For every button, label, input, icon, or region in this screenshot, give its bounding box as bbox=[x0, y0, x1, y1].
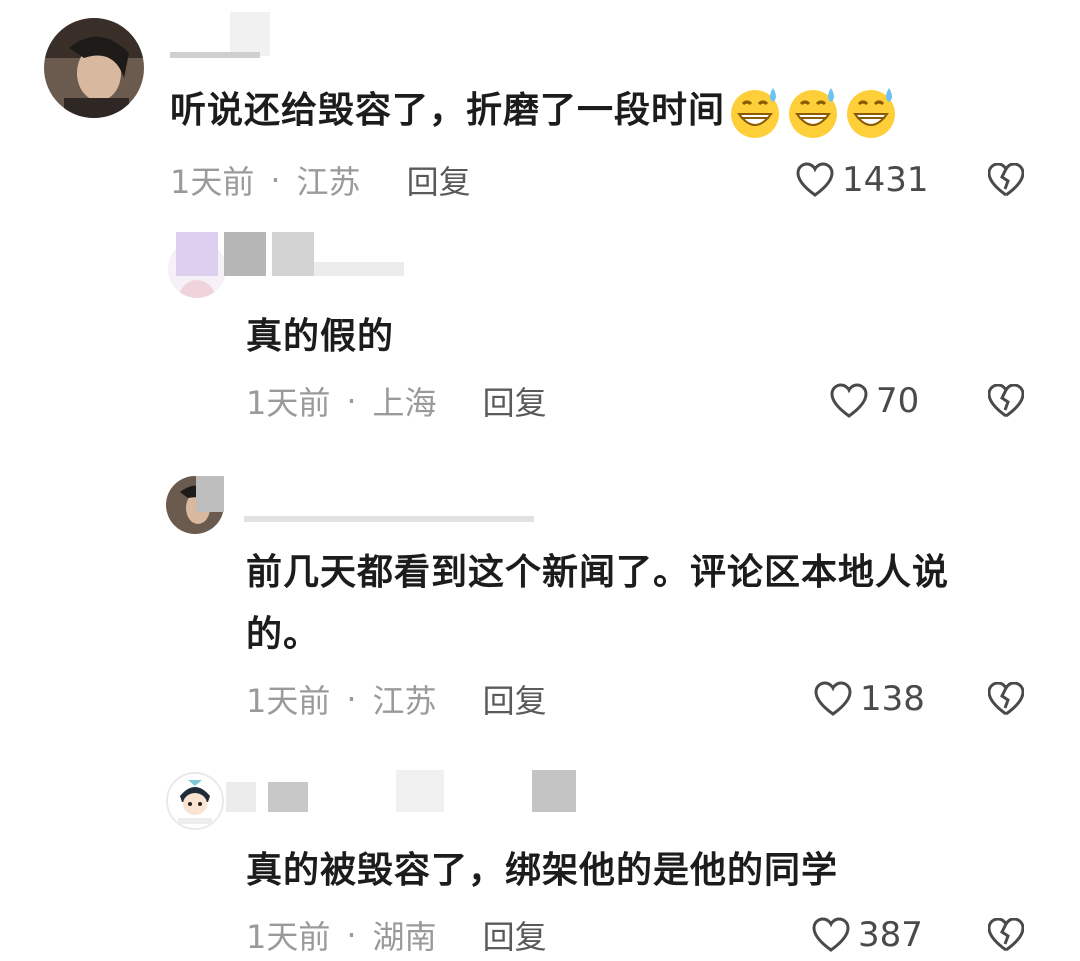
comment-meta: 1天前 · 湖南 回复 bbox=[246, 910, 547, 960]
comment-3: 前几天都看到这个新闻了。评论区本地人说 的。 1天前 · 江苏 回复 138 bbox=[0, 470, 1080, 760]
comment-text: 前几天都看到这个新闻了。评论区本地人说 的。 bbox=[246, 542, 949, 666]
like-count: 1431 bbox=[842, 160, 929, 200]
comment-meta: 1天前 · 上海 回复 bbox=[246, 376, 547, 426]
separator: · bbox=[346, 916, 357, 954]
separator: · bbox=[346, 680, 357, 718]
username-redacted[interactable] bbox=[226, 770, 626, 814]
heart-outline-icon bbox=[830, 383, 868, 418]
comment-text: 听说还给毁容了，折磨了一段时间 bbox=[170, 80, 899, 142]
comment-text-line: 的。 bbox=[246, 614, 321, 655]
dislike-button[interactable] bbox=[987, 681, 1025, 716]
sweat-grin-icon bbox=[727, 84, 783, 140]
comment-location: 湖南 bbox=[372, 918, 437, 956]
comment-time: 1天前 bbox=[246, 384, 331, 422]
comment-text: 真的假的 bbox=[246, 316, 395, 357]
comment-location: 上海 bbox=[372, 384, 437, 422]
avatar[interactable] bbox=[166, 772, 224, 830]
broken-heart-icon bbox=[987, 917, 1025, 952]
broken-heart-icon bbox=[987, 383, 1025, 418]
like-button[interactable]: 1431 bbox=[796, 155, 929, 205]
separator: · bbox=[270, 161, 281, 199]
heart-outline-icon bbox=[796, 162, 834, 197]
like-button[interactable]: 387 bbox=[812, 910, 923, 960]
heart-outline-icon bbox=[812, 917, 850, 952]
avatar[interactable] bbox=[44, 18, 144, 118]
dislike-button[interactable] bbox=[987, 162, 1025, 197]
comment-1: 听说还给毁容了，折磨了一段时间 1天前 · 江苏 回复 1431 bbox=[0, 0, 1080, 230]
like-button[interactable]: 70 bbox=[830, 376, 919, 426]
reply-button[interactable]: 回复 bbox=[483, 912, 547, 958]
sweat-grin-icon bbox=[785, 84, 841, 140]
separator: · bbox=[346, 382, 357, 420]
broken-heart-icon bbox=[987, 681, 1025, 716]
comment-location: 江苏 bbox=[372, 682, 437, 720]
broken-heart-icon bbox=[987, 162, 1025, 197]
comment-meta: 1天前 · 江苏 回复 bbox=[246, 674, 547, 724]
comment-location: 江苏 bbox=[296, 163, 361, 201]
reply-button[interactable]: 回复 bbox=[483, 378, 547, 424]
username-redacted[interactable] bbox=[176, 232, 406, 276]
comment-text: 真的被毁容了，绑架他的是他的同学 bbox=[246, 850, 839, 891]
like-count: 138 bbox=[860, 679, 925, 719]
comment-4: 真的被毁容了，绑架他的是他的同学 1天前 · 湖南 回复 387 bbox=[0, 760, 1080, 961]
dislike-button[interactable] bbox=[987, 383, 1025, 418]
like-button[interactable]: 138 bbox=[814, 674, 925, 724]
sweat-grin-icon bbox=[843, 84, 899, 140]
comment-meta: 1天前 · 江苏 回复 bbox=[170, 155, 471, 205]
reply-button[interactable]: 回复 bbox=[483, 676, 547, 722]
username-redacted[interactable] bbox=[170, 12, 270, 58]
username-redacted[interactable] bbox=[196, 476, 536, 522]
comment-text-line: 前几天都看到这个新闻了。评论区本地人说 bbox=[246, 552, 950, 593]
comment-2: 真的假的 1天前 · 上海 回复 70 bbox=[0, 230, 1080, 470]
like-count: 387 bbox=[858, 915, 923, 955]
comment-time: 1天前 bbox=[246, 918, 331, 956]
like-count: 70 bbox=[876, 381, 920, 421]
reply-button[interactable]: 回复 bbox=[407, 157, 471, 203]
dislike-button[interactable] bbox=[987, 917, 1025, 952]
comment-time: 1天前 bbox=[170, 163, 255, 201]
heart-outline-icon bbox=[814, 681, 852, 716]
comment-time: 1天前 bbox=[246, 682, 331, 720]
